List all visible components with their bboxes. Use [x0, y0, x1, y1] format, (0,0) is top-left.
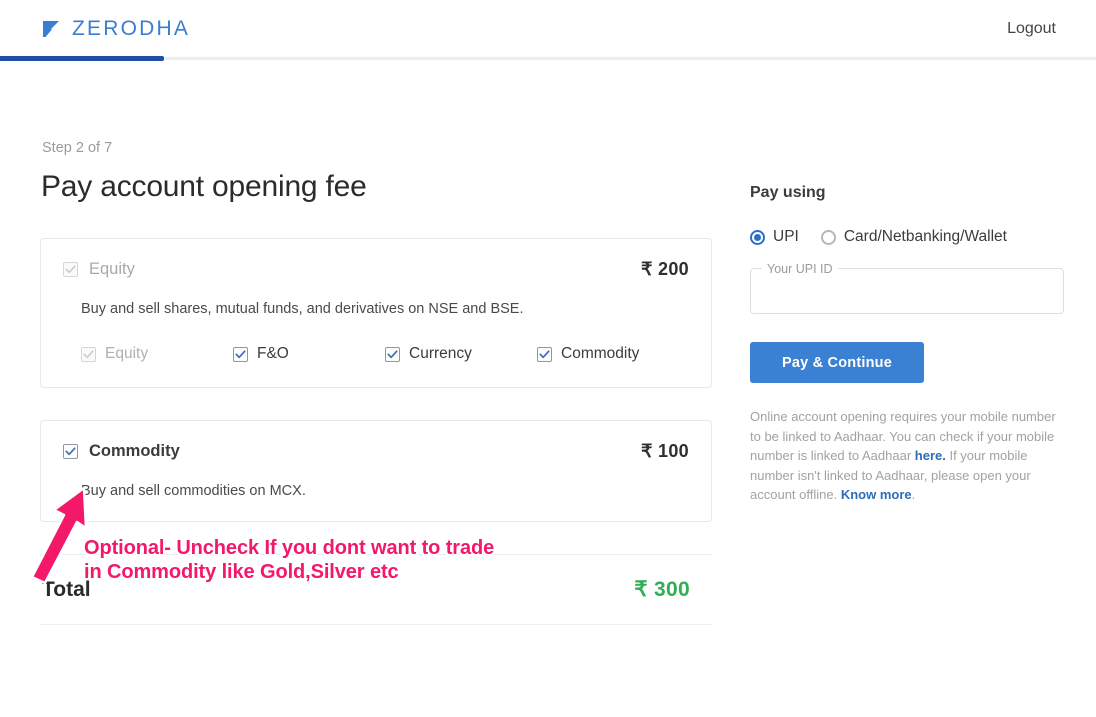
segment-checkbox-commodity[interactable]	[537, 346, 552, 362]
total-label: Total	[42, 577, 91, 601]
radio-dot	[754, 233, 761, 241]
app-header: ZERODHA Logout	[0, 0, 1096, 58]
plan-card: Commodity ₹ 100 Buy and sell commodities o…	[40, 420, 712, 522]
plan-card: Equity ₹ 200 Buy and sell shares, mutual f…	[40, 238, 712, 388]
segment-checkbox-equity	[81, 346, 96, 362]
plan-price: ₹ 200	[641, 259, 689, 279]
onboarding-progress-track	[0, 56, 1096, 61]
brand-logo[interactable]: ZERODHA	[40, 17, 190, 41]
plans-column: Step 2 of 7 Pay account opening fee Equi…	[40, 58, 712, 625]
total-value: ₹ 300	[634, 578, 690, 601]
plan-checkbox-commodity[interactable]	[63, 444, 78, 459]
payment-method-upi[interactable]: UPI	[750, 228, 799, 246]
plan-card-header: Commodity ₹ 100	[63, 441, 689, 462]
payment-method-card-netbanking-wallet[interactable]: Card/Netbanking/Wallet	[820, 228, 1007, 246]
zerodha-kite-logo-icon	[40, 18, 62, 40]
segment-label: Equity	[105, 345, 149, 362]
plan-description: Buy and sell commodities on MCX.	[81, 483, 306, 499]
payment-method-label: UPI	[773, 228, 799, 245]
upi-id-field[interactable]: Your UPI ID	[750, 261, 1064, 314]
segment-row: Equity F&O Currency Commodity	[81, 345, 689, 363]
segment-option[interactable]: F&O	[233, 345, 385, 363]
plan-description: Buy and sell shares, mutual funds, and d…	[81, 301, 524, 317]
plan-card-list: Equity ₹ 200 Buy and sell shares, mutual f…	[40, 238, 712, 522]
step-indicator: Step 2 of 7	[42, 140, 113, 156]
know-more-link[interactable]: Know more	[841, 487, 912, 502]
total-row: Total ₹ 300	[40, 555, 712, 624]
page-body: Step 2 of 7 Pay account opening fee Equi…	[0, 58, 1096, 625]
payment-method-label: Card/Netbanking/Wallet	[843, 228, 1007, 245]
logout-button[interactable]: Logout	[1007, 20, 1056, 38]
upi-id-label: Your UPI ID	[762, 261, 838, 277]
total-divider-bottom	[40, 624, 712, 625]
segment-option[interactable]: Commodity	[537, 345, 689, 363]
plan-toggle: Equity	[63, 260, 135, 279]
plan-card-header: Equity ₹ 200	[63, 259, 689, 280]
disclaimer-text-3: .	[911, 487, 916, 502]
segment-option[interactable]: Currency	[385, 345, 537, 363]
segment-label: Currency	[409, 345, 472, 362]
total-section: Total ₹ 300	[40, 554, 712, 625]
plan-title: Equity	[89, 260, 135, 278]
segment-checkbox-currency[interactable]	[385, 346, 400, 362]
segment-label: Commodity	[561, 345, 640, 362]
segment-option: Equity	[81, 345, 233, 363]
plan-checkbox-equity	[63, 262, 78, 277]
radio-indicator[interactable]	[750, 229, 765, 245]
pay-and-continue-button[interactable]: Pay & Continue	[750, 342, 924, 383]
segment-label: F&O	[257, 345, 289, 362]
aadhaar-disclaimer: Online account opening requires your mob…	[750, 407, 1062, 505]
aadhaar-check-link[interactable]: here.	[915, 448, 946, 463]
brand-name: ZERODHA	[72, 17, 191, 40]
plan-toggle[interactable]: Commodity	[63, 442, 180, 461]
plan-price: ₹ 100	[641, 441, 689, 461]
payment-column: Pay using UPI Card/Netbanking/Wallet Your…	[748, 58, 1068, 625]
pay-using-heading: Pay using	[750, 184, 826, 201]
segment-checkbox-f-o[interactable]	[233, 346, 248, 362]
payment-method-group: UPI Card/Netbanking/Wallet	[748, 228, 1068, 246]
page-title: Pay account opening fee	[41, 170, 367, 203]
onboarding-progress-bar	[0, 56, 165, 61]
radio-indicator[interactable]	[820, 229, 836, 245]
plan-title: Commodity	[89, 442, 180, 460]
